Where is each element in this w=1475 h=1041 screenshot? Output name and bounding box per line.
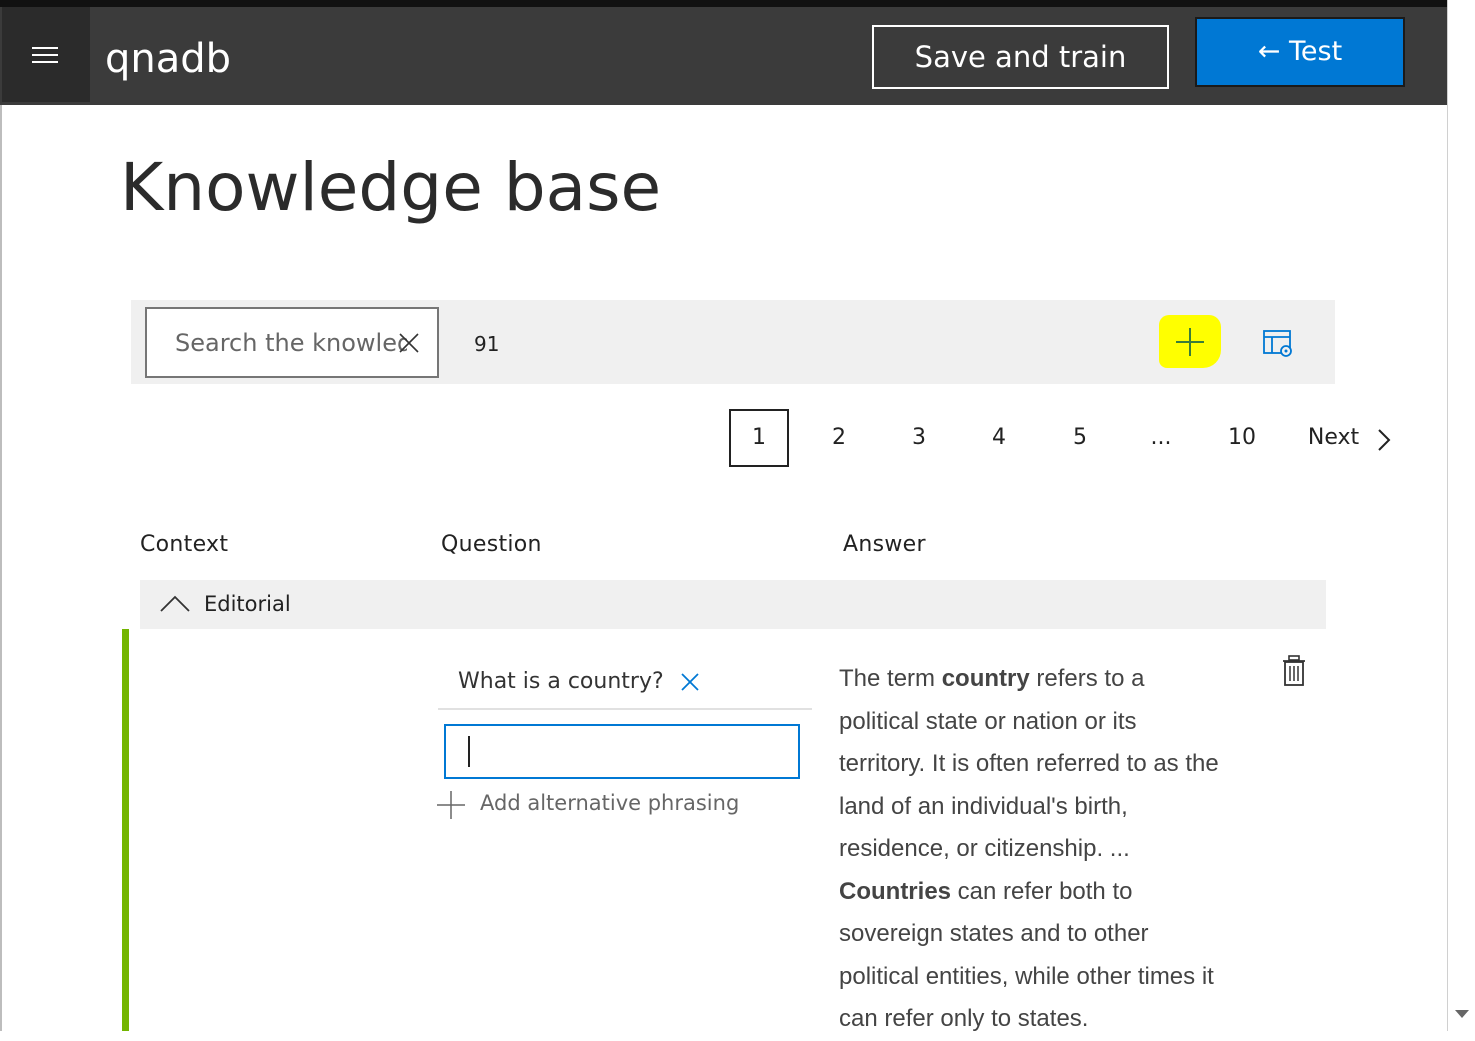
app-title: qnadb <box>105 36 232 82</box>
alternative-phrasing-input[interactable] <box>444 724 800 779</box>
close-icon[interactable] <box>680 672 700 692</box>
page-1-button[interactable]: 1 <box>729 409 789 467</box>
menu-bar-line <box>32 54 58 56</box>
trash-icon[interactable] <box>1281 655 1307 687</box>
add-qna-pair-button[interactable] <box>1159 315 1221 368</box>
scrollbar[interactable] <box>1447 0 1475 1031</box>
column-header-context[interactable]: Context <box>140 532 228 557</box>
row-accent-bar <box>122 629 129 1031</box>
answer-text[interactable]: The term country refers to a political s… <box>839 658 1219 1041</box>
menu-bar-line <box>32 47 58 49</box>
page-ellipsis: ... <box>1150 425 1172 450</box>
table-settings-icon[interactable] <box>1263 328 1293 358</box>
plus-icon <box>437 791 465 819</box>
chevron-up-icon[interactable] <box>160 594 190 612</box>
chevron-right-icon[interactable] <box>1375 428 1393 452</box>
add-alternative-phrasing-link[interactable]: Add alternative phrasing <box>436 788 740 819</box>
left-border <box>0 105 2 1031</box>
hamburger-menu-button[interactable] <box>2 7 90 102</box>
menu-bar-line <box>32 61 58 63</box>
scroll-down-arrow-icon[interactable] <box>1455 1010 1469 1018</box>
save-and-train-button[interactable]: Save and train <box>872 25 1169 89</box>
column-header-answer[interactable]: Answer <box>843 532 926 557</box>
group-header-row[interactable]: Editorial <box>140 580 1326 629</box>
add-alternative-phrasing-label: Add alternative phrasing <box>480 791 740 815</box>
close-icon[interactable] <box>399 333 419 353</box>
page-4-button[interactable]: 4 <box>980 409 1018 467</box>
text-caret <box>468 736 470 767</box>
search-input-value: Search the knowled <box>175 329 407 357</box>
top-border <box>0 0 1447 7</box>
page-3-button[interactable]: 3 <box>900 409 938 467</box>
divider <box>438 708 812 710</box>
group-label: Editorial <box>204 592 291 616</box>
page-5-button[interactable]: 5 <box>1061 409 1099 467</box>
app-header: qnadb Save and train ← Test <box>0 7 1447 105</box>
page-2-button[interactable]: 2 <box>820 409 858 467</box>
column-header-question[interactable]: Question <box>441 532 542 557</box>
page-10-button[interactable]: 10 <box>1220 409 1264 467</box>
question-text[interactable]: What is a country? <box>458 669 664 694</box>
answer-segment: refers to a political state or nation or… <box>839 665 1219 862</box>
page-title: Knowledge base <box>120 149 662 226</box>
answer-segment-bold: Countries <box>839 877 952 905</box>
plus-icon <box>1176 328 1204 356</box>
kb-toolbar: Search the knowled 91 <box>131 300 1335 384</box>
test-button[interactable]: ← Test <box>1195 17 1405 87</box>
result-count: 91 <box>474 332 500 356</box>
answer-segment-bold: country <box>941 665 1030 692</box>
search-input[interactable]: Search the knowled <box>145 307 439 378</box>
next-page-button[interactable]: Next <box>1306 409 1361 467</box>
answer-segment: The term <box>839 665 942 692</box>
